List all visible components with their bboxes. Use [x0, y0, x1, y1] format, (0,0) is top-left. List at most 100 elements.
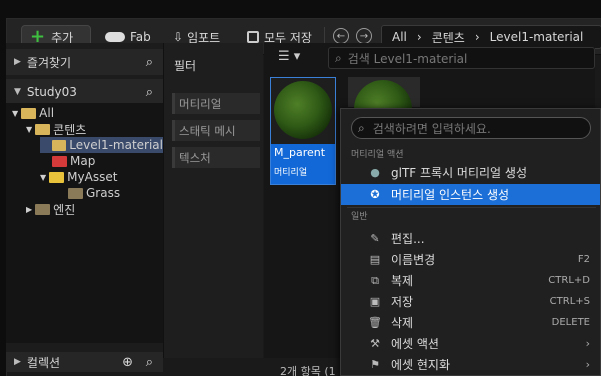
wrench-icon: ⚒ [370, 337, 380, 350]
context-menu: ⌕ 검색하려면 입력하세요. 머티리얼 액션 ● glTF 프록시 머티리얼 생성 … [340, 108, 601, 376]
fab-icon [105, 32, 125, 42]
menu-label: 저장 [391, 295, 414, 309]
menu-item-duplicate[interactable]: ⧉ 복제 CTRL+D [341, 270, 600, 291]
tree-item-myasset[interactable]: ▼ MyAsset [40, 169, 117, 185]
shortcut-label: F2 [577, 254, 590, 265]
filters-panel: 필터 머티리얼 스태틱 메시 텍스처 [163, 43, 263, 358]
collections-label: 컬렉션 [26, 355, 61, 370]
shortcut-label: CTRL+S [549, 296, 590, 307]
asset-label: M_parent 머티리얼 [271, 144, 335, 184]
add-collection-icon[interactable]: ⊕ [122, 355, 133, 370]
menu-label: 편집... [391, 232, 425, 246]
filter-item[interactable]: 텍스처 [172, 147, 260, 168]
duplicate-icon: ⧉ [371, 273, 379, 287]
collections-header[interactable]: ▶ 컬렉션 ⊕ ⌕ [6, 352, 163, 372]
tree-label: All [39, 106, 55, 120]
trash-icon: 🗑 [368, 316, 382, 329]
menu-label: 복제 [391, 274, 414, 288]
menu-item-asset-actions[interactable]: ⚒ 에셋 액션 › [341, 333, 600, 354]
collapsed-arrow-icon: ▶ [14, 357, 21, 367]
project-label: Study03 [26, 85, 77, 99]
menu-item-edit[interactable]: ✎ 편집... [341, 228, 600, 249]
search-icon: ⌕ [358, 120, 365, 135]
menu-search-placeholder: 검색하려면 입력하세요. [372, 121, 491, 136]
asset-search-input[interactable]: ⌕ 검색 Level1-material [328, 47, 595, 69]
folder-icon [52, 155, 67, 167]
tree-label: Map [70, 154, 96, 168]
favorites-label: 즐겨찾기 [26, 55, 72, 70]
menu-label: 에셋 액션 [391, 337, 439, 351]
tree-item-map[interactable]: Map [40, 153, 95, 169]
menu-item-asset-localization[interactable]: ⚑ 에셋 현지화 › [341, 354, 600, 375]
folder-icon [35, 203, 51, 215]
tree-item-all[interactable]: ▼ All [12, 105, 54, 121]
breadcrumb-item[interactable]: All [392, 30, 407, 44]
tree-item-engine[interactable]: ▶ 엔진 [26, 201, 75, 217]
rename-icon: ▤ [369, 253, 381, 266]
save-icon: ▣ [369, 295, 381, 308]
menu-item-delete[interactable]: 🗑 삭제 DELETE [341, 312, 600, 333]
fab-label: Fab [130, 30, 151, 44]
tree-item-level1-material[interactable]: Level1-material [40, 137, 163, 153]
breadcrumb-item[interactable]: Level1-material [490, 30, 584, 44]
status-text: 2개 항목 (1 [280, 365, 336, 376]
menu-item-create-material-instance[interactable]: ✪ 머티리얼 인스턴스 생성 [341, 184, 600, 205]
general-section: 일반 [351, 212, 368, 222]
favorites-header[interactable]: ▶ 즐겨찾기 ⌕ [6, 49, 163, 75]
search-icon[interactable]: ⌕ [146, 355, 153, 370]
menu-item-gltf-proxy[interactable]: ● glTF 프록시 머티리얼 생성 [341, 162, 600, 183]
filter-dropdown-button[interactable]: ☰ ▾ [278, 49, 300, 64]
menu-divider [347, 207, 596, 208]
save-icon [247, 31, 259, 43]
tree-label: 콘텐츠 [53, 122, 87, 137]
material-instance-icon: ✪ [370, 188, 380, 201]
search-icon[interactable]: ⌕ [146, 55, 153, 70]
asset-tile[interactable] [348, 77, 420, 138]
chevron-right-icon: › [585, 358, 590, 371]
folder-open-icon [35, 123, 51, 135]
folder-tree: ▼ All ▼ 콘텐츠 Level1-material Map ▼ MyAsset G… [6, 103, 163, 343]
project-header[interactable]: ▼ Study03 ⌕ [6, 79, 163, 105]
tree-label: Level1-material [69, 138, 163, 152]
chevron-right-icon: › [416, 30, 422, 44]
menu-label: 에셋 현지화 [391, 358, 451, 372]
flag-icon: ⚑ [370, 358, 380, 371]
menu-item-rename[interactable]: ▤ 이름변경 F2 [341, 249, 600, 270]
material-actions-section: 머티리얼 액션 [351, 150, 404, 160]
gltf-icon: ● [370, 166, 380, 179]
filter-item[interactable]: 스태틱 메시 [172, 120, 260, 141]
material-thumbnail [274, 81, 332, 139]
folder-open-icon [51, 139, 67, 151]
shortcut-label: CTRL+D [548, 275, 590, 286]
sources-panel: ▶ 즐겨찾기 ⌕ ▼ Study03 ⌕ ▼ All ▼ 콘텐츠 Level1-materi… [6, 43, 163, 372]
collapsed-arrow-icon: ▶ [14, 57, 21, 67]
folder-open-icon [49, 171, 65, 183]
tree-label: Grass [86, 186, 121, 200]
shortcut-label: DELETE [551, 317, 590, 328]
search-placeholder: 검색 Level1-material [347, 51, 468, 66]
filter-item[interactable]: 머티리얼 [172, 93, 260, 114]
tree-label: MyAsset [67, 170, 118, 184]
folder-open-icon [21, 107, 37, 119]
menu-item-save[interactable]: ▣ 저장 CTRL+S [341, 291, 600, 312]
menu-search-input[interactable]: ⌕ 검색하려면 입력하세요. [351, 117, 591, 139]
expanded-arrow-icon: ▼ [14, 87, 21, 97]
asset-name: M_parent [274, 146, 326, 159]
asset-type: 머티리얼 [274, 168, 308, 178]
search-icon: ⌕ [335, 50, 342, 65]
tree-item-content[interactable]: ▼ 콘텐츠 [26, 121, 86, 137]
chevron-right-icon: › [474, 30, 480, 44]
forward-icon[interactable]: → [356, 28, 372, 44]
back-icon[interactable]: ← [333, 28, 349, 44]
menu-label: 삭제 [391, 316, 414, 330]
asset-tile[interactable]: M_parent 머티리얼 [270, 77, 336, 185]
import-icon: ⇩ [173, 30, 184, 44]
menu-label: 머티리얼 인스턴스 생성 [391, 188, 510, 202]
pencil-icon: ✎ [370, 232, 380, 245]
filters-title: 필터 [174, 59, 197, 73]
search-icon[interactable]: ⌕ [146, 85, 153, 100]
tree-item-grass[interactable]: Grass [56, 185, 120, 201]
folder-icon [68, 187, 83, 199]
chevron-right-icon: › [585, 337, 590, 350]
menu-label: glTF 프록시 머티리얼 생성 [391, 166, 527, 180]
